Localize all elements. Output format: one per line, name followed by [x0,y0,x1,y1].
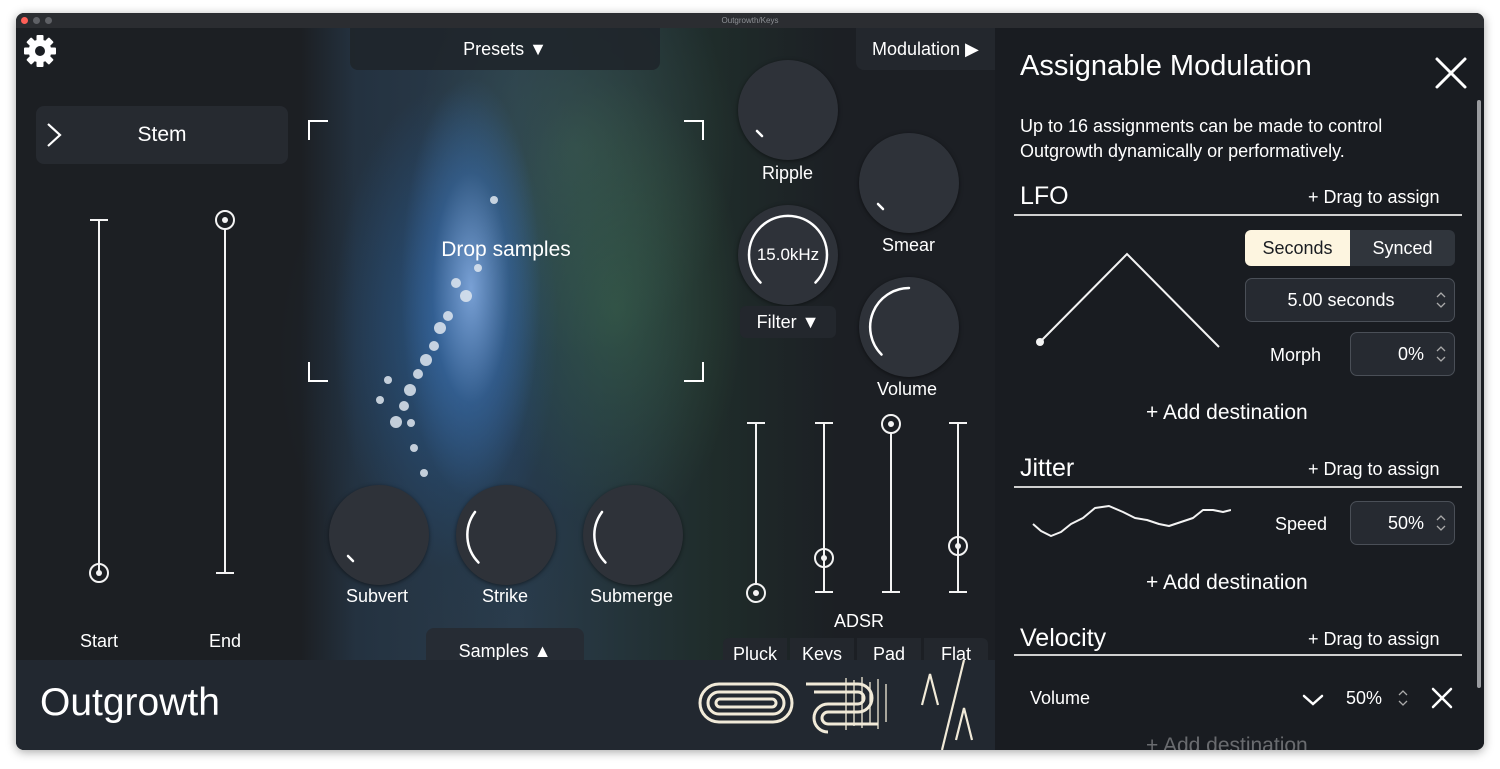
adsr-release-slider[interactable] [947,420,969,606]
adsr-attack-slider[interactable] [745,420,767,606]
strike-knob[interactable] [456,485,556,585]
lfo-mode-seconds[interactable]: Seconds [1245,230,1350,266]
footer-bar: Outgrowth [16,660,995,750]
drop-samples-label: Drop samples [441,238,571,261]
adsr-decay-handle[interactable] [814,548,834,568]
lfo-title: LFO [1020,182,1069,210]
start-slider[interactable] [88,208,110,588]
filter-type-button[interactable]: Filter ▼ [740,306,836,338]
filter-label: Filter ▼ [756,312,820,332]
adsr-preset-flat[interactable]: Flat [924,638,988,660]
modulation-label: Modulation ▶ [872,39,979,59]
brand-mark-icon [920,660,974,750]
start-slider-handle[interactable] [89,563,109,583]
velocity-divider [1014,654,1462,656]
close-icon[interactable] [1434,56,1468,90]
settings-button[interactable] [22,33,58,69]
waveform-logo-icon [698,677,887,734]
lfo-divider [1014,214,1462,216]
filter-value: 15.0kHz [756,245,820,264]
presets-label: Presets ▼ [463,39,547,59]
adsr-label: ADSR [834,611,885,631]
end-slider[interactable] [214,208,236,588]
adsr-sustain-slider[interactable] [880,414,902,606]
lfo-morph-label: Morph [1270,345,1322,365]
volume-label: Volume [877,379,938,399]
drop-samples-zone[interactable]: Drop samples [308,120,704,382]
ripple-knob[interactable] [738,60,838,160]
end-slider-handle[interactable] [215,210,235,230]
samples-toggle-button[interactable]: Samples ▲ [426,628,584,660]
samples-label: Samples ▲ [458,641,552,660]
smear-knob[interactable] [859,133,959,233]
velocity-destination-label: Volume [1030,688,1091,708]
remove-assignment-icon[interactable] [1431,687,1453,709]
lfo-rate-value: 5.00 seconds [1287,290,1395,310]
subvert-label: Subvert [346,586,409,606]
strike-label: Strike [482,586,529,606]
stepper-icon[interactable] [1436,514,1446,532]
jitter-speed-label: Speed [1275,514,1328,534]
stem-label: Stem [137,123,187,146]
jitter-add-destination[interactable]: + Add destination [1146,571,1308,595]
lfo-morph-value: 0% [1397,344,1424,364]
velocity-title: Velocity [1020,624,1107,652]
filter-knob[interactable]: 15.0kHz [738,205,838,305]
window-title: Outgrowth/Keys [721,16,779,25]
modulation-toggle-button[interactable]: Modulation ▶ [856,28,995,70]
adsr-decay-slider[interactable] [813,420,835,606]
lfo-rate-field[interactable]: 5.00 seconds [1245,278,1455,322]
chevron-down-icon[interactable] [1302,693,1324,707]
panel-description: Up to 16 assignments can be made to cont… [1020,114,1382,164]
panel-title: Assignable Modulation [1020,50,1312,82]
stepper-icon[interactable] [1436,291,1446,309]
stepper-icon[interactable] [1398,689,1408,707]
lfo-add-destination[interactable]: + Add destination [1146,401,1308,425]
velocity-assignment-row: Volume 50% [995,676,1484,720]
close-window-button[interactable] [21,17,28,24]
jitter-speed-field[interactable]: 50% [1350,501,1455,545]
submerge-knob[interactable] [583,485,683,585]
main-area: Presets ▼ Modulation ▶ Stem Start End Dr… [16,28,995,660]
jitter-speed-value: 50% [1387,513,1424,533]
submerge-label: Submerge [590,586,674,606]
velocity-amount-value[interactable]: 50% [1346,688,1382,709]
stem-selector[interactable]: Stem [36,106,288,164]
velocity-add-destination[interactable]: + Add destination [1146,734,1308,750]
adsr-preset-keys[interactable]: Keys [790,638,854,660]
lfo-mode-synced[interactable]: Synced [1350,230,1455,266]
lfo-drag-to-assign[interactable]: + Drag to assign [1308,187,1440,208]
jitter-divider [1014,486,1462,488]
zoom-window-button[interactable] [45,17,52,24]
lfo-waveform-preview [1036,252,1220,348]
brand-name: Outgrowth [40,681,220,724]
smear-label: Smear [882,235,936,255]
lfo-morph-field[interactable]: 0% [1350,332,1455,376]
subvert-knob[interactable] [329,485,429,585]
velocity-drag-to-assign[interactable]: + Drag to assign [1308,629,1440,650]
presets-button[interactable]: Presets ▼ [350,28,660,70]
panel-description-line-2: Outgrowth dynamically or performatively. [1020,141,1345,161]
minimize-window-button[interactable] [33,17,40,24]
jitter-drag-to-assign[interactable]: + Drag to assign [1308,459,1440,480]
adsr-sustain-handle[interactable] [881,414,901,434]
title-bar: Outgrowth/Keys [16,13,1484,28]
panel-scrollbar[interactable] [1477,100,1481,688]
stepper-icon[interactable] [1436,345,1446,363]
adsr-attack-handle[interactable] [746,583,766,603]
start-label: Start [80,631,119,651]
adsr-preset-pad[interactable]: Pad [857,638,921,660]
adsr-release-handle[interactable] [948,536,968,556]
panel-description-line-1: Up to 16 assignments can be made to cont… [1020,116,1383,136]
plugin-window: Outgrowth/Keys Presets ▼ Modulation ▶ St… [16,13,1484,750]
gear-icon [24,35,56,67]
lfo-mode-toggle: Seconds Synced [1245,230,1455,266]
end-label: End [209,631,242,651]
jitter-title: Jitter [1020,454,1075,482]
adsr-preset-pluck[interactable]: Pluck [723,638,787,660]
ripple-label: Ripple [762,163,814,183]
volume-knob[interactable] [859,277,959,377]
jitter-waveform-preview [1032,505,1231,537]
assignable-modulation-panel: Assignable Modulation Up to 16 assignmen… [995,28,1484,750]
